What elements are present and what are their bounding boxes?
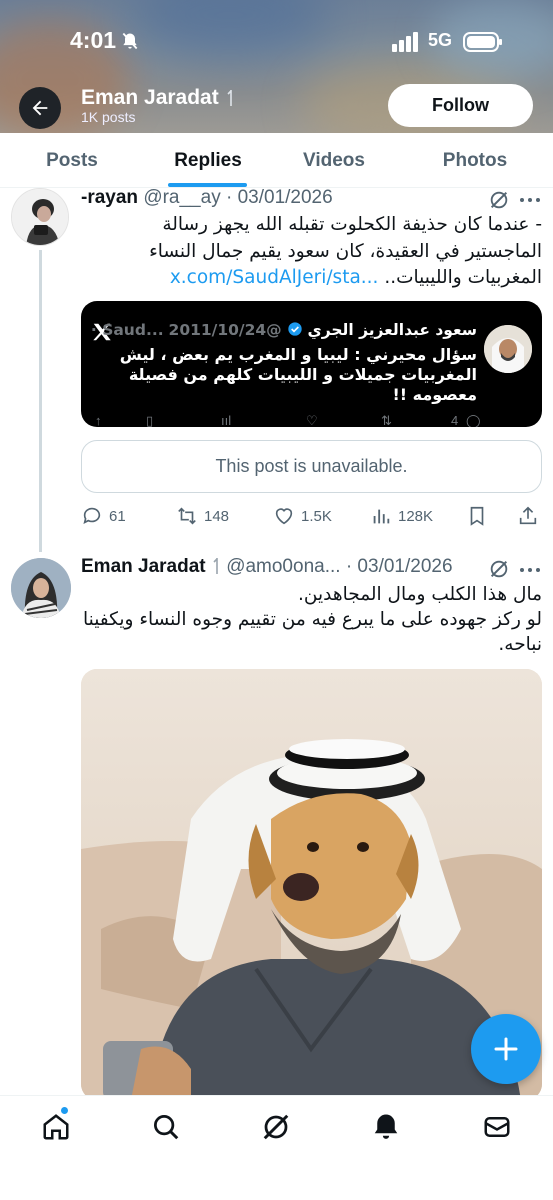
- quoted-like-count: 4: [451, 413, 459, 427]
- reply-count: 61: [109, 507, 126, 525]
- reply-icon: [83, 507, 101, 524]
- repost-icon: [178, 507, 196, 525]
- status-time: 4:01: [70, 27, 117, 53]
- share-button[interactable]: [517, 503, 539, 529]
- thread-line: [39, 250, 42, 552]
- quoted-views-icon: ııl: [221, 413, 232, 427]
- quoted-screenshot[interactable]: سعود عبدالعزيز الجري @Saud... 2011/10/24…: [81, 301, 542, 427]
- tweet-date[interactable]: · 03/01/2026: [226, 187, 333, 208]
- tweet-text: مال هذا الكلب ومال المجاهدين. لو ركز جهو…: [83, 584, 542, 655]
- author-handle[interactable]: @amo0ona...: [226, 556, 340, 577]
- views-count: 128K: [398, 507, 434, 525]
- arrow-left-icon: [32, 100, 48, 116]
- back-button[interactable]: [19, 87, 61, 129]
- flag-icon: [227, 90, 232, 106]
- flag-icon: [213, 558, 218, 574]
- notification-dot: [60, 1106, 69, 1115]
- quoted-header: سعود عبدالعزيز الجري @Saud... 2011/10/24…: [90, 321, 477, 339]
- follow-button[interactable]: Follow: [388, 84, 533, 127]
- more-options-icon[interactable]: [517, 190, 543, 210]
- tweet-text: - عندما كان حذيفة الكحلوت تقبله الله يجه…: [149, 214, 542, 288]
- author-name[interactable]: Eman Jaradat: [81, 556, 206, 577]
- author-handle[interactable]: @ra__ay: [143, 187, 220, 208]
- signal-icon: [392, 32, 418, 52]
- tweet-link[interactable]: x.com/SaudAlJeri/sta...: [170, 267, 379, 288]
- network-type: 5G: [428, 30, 453, 50]
- repost-count: 148: [204, 507, 230, 525]
- verified-icon: [287, 322, 302, 336]
- quoted-like-icon: ♡: [306, 413, 318, 427]
- quoted-actions: ↑ ▯ ııl ♡ ⇅ 4 ◯: [91, 413, 531, 427]
- avatar-image: [12, 189, 68, 245]
- tab-photos[interactable]: Photos: [425, 133, 525, 188]
- nav-notifications[interactable]: [369, 1110, 403, 1144]
- avatar[interactable]: [11, 188, 69, 246]
- tab-videos[interactable]: Videos: [284, 133, 384, 188]
- plus-icon: [494, 1037, 518, 1061]
- profile-name: Eman Jaradat: [81, 86, 235, 110]
- search-icon: [154, 1115, 179, 1140]
- like-count: 1.5K: [301, 507, 332, 525]
- avatar-image: [11, 558, 71, 618]
- profile-posts-count: 1K posts: [81, 109, 136, 125]
- author-name[interactable]: -rayan: [81, 187, 138, 208]
- bookmark-button[interactable]: [466, 503, 488, 529]
- tweet-header: Eman Jaradat @amo0ona... · 03/01/2026: [81, 556, 453, 578]
- tweet-header: -rayan @ra__ay · 03/01/2026: [81, 187, 333, 209]
- share-icon: [519, 506, 537, 525]
- status-bar: 4:01 5G: [0, 0, 553, 82]
- heart-icon: [275, 508, 293, 525]
- quoted-bookmark-icon: ▯: [146, 413, 154, 427]
- bookmark-icon: [470, 506, 484, 526]
- like-button[interactable]: 1.5K: [273, 503, 332, 529]
- profile-tabs: Posts Replies Videos Photos: [0, 133, 553, 188]
- nav-search[interactable]: [149, 1110, 183, 1144]
- tweet-date[interactable]: · 03/01/2026: [346, 556, 453, 577]
- grok-icon: [263, 1114, 289, 1140]
- tab-replies[interactable]: Replies: [158, 133, 258, 188]
- tab-posts[interactable]: Posts: [22, 133, 122, 188]
- quoted-reply-icon: ↑: [95, 413, 102, 427]
- notifications-muted-icon: [122, 32, 138, 50]
- views-button[interactable]: 128K: [370, 503, 433, 529]
- avatar[interactable]: [11, 558, 71, 618]
- reply-button[interactable]: 61: [81, 503, 126, 529]
- messages-icon: [484, 1117, 510, 1137]
- repost-button[interactable]: 148: [176, 503, 229, 529]
- quoted-avatar: [484, 325, 532, 373]
- battery-icon: [463, 32, 502, 52]
- unavailable-post-notice: This post is unavailable.: [81, 440, 542, 493]
- quoted-reply-count-icon: ◯: [466, 413, 481, 427]
- nav-messages[interactable]: [480, 1110, 514, 1144]
- tweet-actions: 61 148 1.5K 128K: [81, 503, 542, 529]
- notifications-icon: [374, 1114, 398, 1139]
- nav-grok[interactable]: [259, 1110, 293, 1144]
- bottom-navigation: [0, 1095, 553, 1200]
- compose-button[interactable]: [471, 1014, 541, 1084]
- quoted-text: سؤال محيرني : ليبيا و المغرب يم بعض ، لي…: [119, 345, 477, 404]
- quoted-repost-icon: ⇅: [381, 413, 392, 427]
- grok-icon[interactable]: [488, 189, 510, 211]
- grok-icon[interactable]: [488, 558, 510, 580]
- nav-home[interactable]: [39, 1110, 73, 1144]
- more-options-icon[interactable]: [517, 560, 543, 580]
- views-icon: [373, 509, 390, 524]
- home-icon: [43, 1114, 69, 1140]
